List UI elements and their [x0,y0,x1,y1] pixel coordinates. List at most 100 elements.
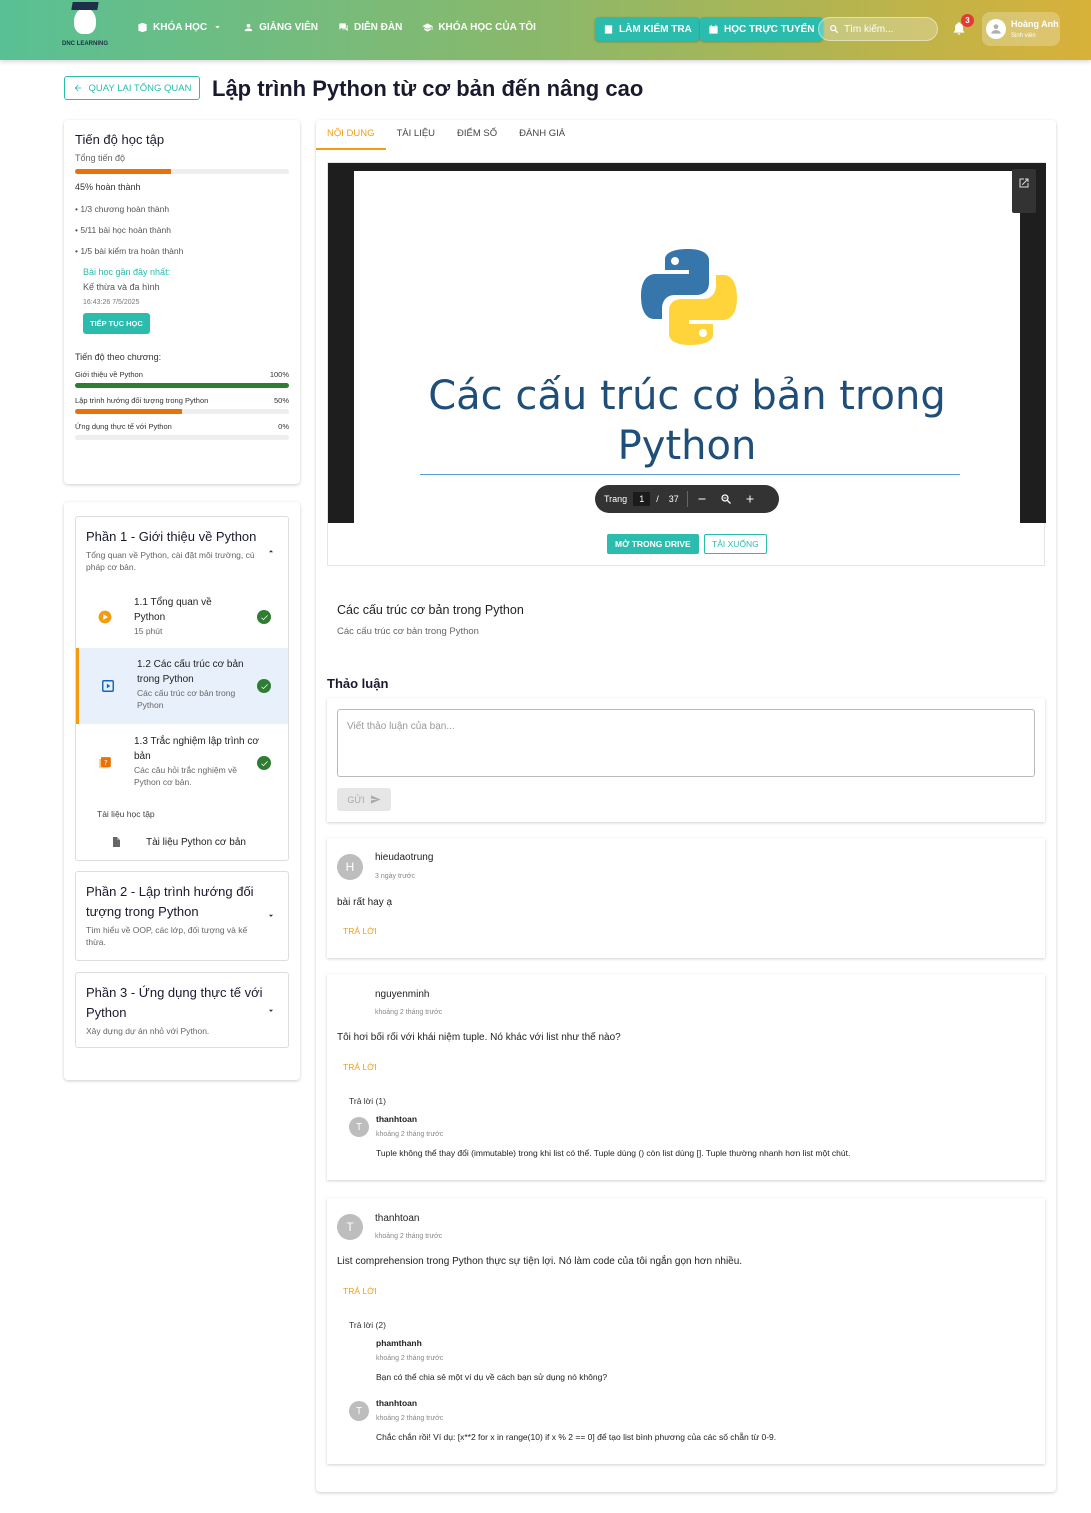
open-in-drive-button[interactable]: MỞ TRONG DRIVE [607,534,699,554]
reply-author: thanhtoan [376,1114,418,1124]
zoom-in-icon[interactable] [744,493,756,505]
page-controls: Trang 1 / 37 [595,485,779,513]
progress-title: Tiến độ học tập [75,132,165,147]
chapter-progress-row: Ứng dụng thực tế với Python 0% [75,422,289,440]
comment-text: Tôi hơi bối rối với khái niệm tuple. Nó … [337,1032,621,1043]
avatar: T [349,1117,369,1137]
search-bar[interactable] [818,17,938,41]
section-1-header[interactable]: Phần 1 - Giới thiệu về Python Tổng quan … [86,527,261,573]
comment-card: T thanhtoan khoảng 2 tháng trước List co… [327,1198,1045,1464]
video-icon [101,679,115,693]
arrow-left-icon [74,84,81,92]
new-comment-box: GỬI [327,698,1045,822]
course-sections-card: Phần 1 - Giới thiệu về Python Tổng quan … [64,502,300,1080]
nav-courses[interactable]: KHÓA HỌC [137,22,223,33]
chapter-progress-row: Giới thiệu về Python 100% [75,370,289,388]
tab-content[interactable]: NỘI DUNG [316,120,386,150]
reply-button[interactable]: TRẢ LỜI [343,926,377,936]
top-header: DNC LEARNING KHÓA HỌC GIẢNG VIÊN DIỄN ĐÀ… [0,0,1091,60]
check-circle-icon [257,756,271,770]
section-1: Phần 1 - Giới thiệu về Python Tổng quan … [75,516,289,861]
replies-count: Trả lời (2) [349,1320,386,1330]
chapter-progress-title: Tiến độ theo chương: [75,352,162,362]
chevron-up-icon[interactable] [266,545,276,555]
slide-page: Các cấu trúc cơ bản trong Python [354,171,1020,523]
lesson-item-active[interactable]: 1.2 Các cấu trúc cơ bản trong Python Các… [76,648,288,724]
section-3[interactable]: Phần 3 - Ứng dụng thực tế với Python Xây… [75,972,289,1048]
reply-author: thanhtoan [376,1398,418,1408]
user-name: Hoàng Anh [1011,19,1059,29]
online-learning-button[interactable]: HỌC TRỰC TUYẾN [700,17,823,41]
notification-badge: 3 [961,14,974,27]
progress-card: Tiến độ học tập Tổng tiến độ 45% hoàn th… [64,120,300,484]
back-to-overview-button[interactable]: QUAY LẠI TỔNG QUAN [64,76,200,100]
nav-my-courses[interactable]: KHÓA HỌC CỦA TÔI [422,22,536,33]
reply-text: Chắc chắn rồi! Ví dụ: [x**2 for x in ran… [376,1432,777,1442]
zoom-out-icon[interactable] [696,493,708,505]
quiz-icon: ? [98,756,112,770]
user-role: Sinh viên [1011,33,1036,39]
reply-button[interactable]: TRẢ LỜI [343,1062,377,1072]
python-logo-icon [641,249,737,345]
forum-icon [339,23,348,32]
send-icon [370,795,381,804]
chevron-down-icon[interactable] [266,910,276,920]
person-icon [244,23,253,32]
page-number-input[interactable]: 1 [633,492,651,506]
content-tabs: NỘI DUNG TÀI LIỆU ĐIỂM SỐ ĐÁNH GIÁ [316,120,1056,150]
comment-author: thanhtoan [375,1213,420,1224]
reply-time: khoảng 2 tháng trước [376,1355,444,1362]
avatar: T [349,1401,369,1421]
search-input[interactable] [844,23,929,35]
main-nav: KHÓA HỌC GIẢNG VIÊN DIỄN ĐÀN KHÓA HỌC CỦ… [137,22,536,33]
progress-subtitle: Tổng tiến độ [75,153,126,163]
reply-time: khoảng 2 tháng trước [376,1131,444,1138]
main-content-card: NỘI DUNG TÀI LIỆU ĐIỂM SỐ ĐÁNH GIÁ Các c… [316,120,1056,1492]
play-circle-icon [98,610,112,624]
discussion-title: Thảo luận [327,676,389,691]
page-total: 37 [668,494,679,504]
download-button[interactable]: TẢI XUỐNG [704,534,767,554]
reply-text: Bạn có thể chia sẻ một ví dụ về cách bạn… [376,1372,608,1382]
lesson-item[interactable]: ? 1.3 Trắc nghiệm lập trình cơ bản Các c… [76,725,288,801]
page-title: Lập trình Python từ cơ bản đến nâng cao [212,76,644,101]
progress-stats: • 1/3 chương hoàn thành • 5/11 bài học h… [75,204,184,256]
comment-time: 3 ngày trước [375,873,416,880]
lesson-item[interactable]: 1.1 Tổng quan về Python 15 phút [76,587,288,647]
send-button[interactable]: GỬI [337,788,391,811]
section-2[interactable]: Phần 2 - Lập trình hướng đối tượng trong… [75,871,289,961]
document-viewer: Các cấu trúc cơ bản trong Python Trang 1… [327,162,1046,566]
logo[interactable]: DNC LEARNING [60,2,110,54]
reply-button[interactable]: TRẢ LỜI [343,1286,377,1296]
quiz-icon [604,24,613,34]
recent-lesson-name[interactable]: Kế thừa và đa hình [75,282,289,292]
open-in-new-icon [1019,178,1029,188]
tab-scores[interactable]: ĐIỂM SỐ [446,120,508,150]
zoom-reset-icon[interactable] [720,493,732,505]
document-icon [113,837,120,847]
notification-button[interactable]: 3 [951,14,974,37]
chevron-down-icon[interactable] [266,1005,276,1015]
lesson-title: Các cấu trúc cơ bản trong Python [337,603,524,617]
comment-input[interactable] [337,709,1035,777]
comment-author: hieudaotrung [375,852,434,863]
nav-forum[interactable]: DIỄN ĐÀN [338,22,402,33]
progress-percent: 45% hoàn thành [75,182,141,192]
quiz-button[interactable]: LÀM KIỂM TRA [595,17,700,41]
nav-teachers[interactable]: GIẢNG VIÊN [243,22,318,33]
user-menu[interactable]: Hoàng Anh Sinh viên [982,12,1060,46]
continue-learning-button[interactable]: TIẾP TỤC HỌC [83,313,150,334]
user-icon [991,24,1001,34]
avatar: H [337,854,363,880]
reply-time: khoảng 2 tháng trước [376,1415,444,1422]
recent-lesson-time: 16:43:26 7/5/2025 [83,299,140,306]
reply-author: phamthanh [376,1338,422,1348]
open-external-button[interactable] [1012,169,1036,213]
materials-label: Tài liệu học tập [97,809,155,819]
tab-reviews[interactable]: ĐÁNH GIÁ [508,120,576,150]
tab-materials[interactable]: TÀI LIỆU [386,120,447,150]
graduation-cap-icon [422,23,433,32]
material-item[interactable]: Tài liệu Python cơ bản [110,835,246,849]
avatar [986,19,1006,39]
pdf-viewer[interactable]: Các cấu trúc cơ bản trong Python Trang 1… [328,163,1046,523]
